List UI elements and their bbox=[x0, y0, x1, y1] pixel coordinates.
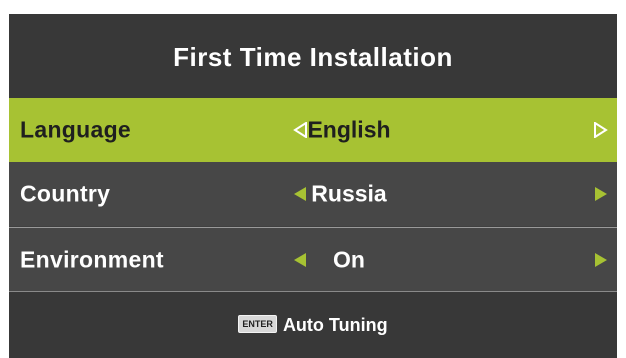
right-arrow-icon[interactable] bbox=[594, 122, 608, 138]
setting-row-country[interactable]: Country Russia bbox=[9, 162, 617, 226]
right-arrow-icon[interactable] bbox=[594, 252, 608, 268]
setting-label-environment: Environment bbox=[20, 246, 164, 272]
right-arrow-icon[interactable] bbox=[594, 186, 608, 202]
title-bar: First Time Installation bbox=[9, 14, 617, 98]
setting-value-language: English bbox=[307, 116, 391, 143]
auto-tuning-label[interactable]: Auto Tuning bbox=[283, 315, 388, 336]
setting-label-language: Language bbox=[20, 116, 132, 143]
setting-row-environment[interactable]: Environment On bbox=[9, 227, 617, 291]
footer-hint: ENTER Auto Tuning bbox=[9, 291, 617, 358]
enter-key-icon: ENTER bbox=[238, 315, 277, 333]
tv-menu-screen: First Time Installation Language English… bbox=[9, 14, 617, 358]
setting-value-environment: On bbox=[333, 246, 365, 272]
menu-title: First Time Installation bbox=[173, 41, 453, 72]
setting-label-country: Country bbox=[20, 180, 111, 207]
setting-value-country: Russia bbox=[311, 180, 387, 207]
setting-row-language[interactable]: Language English bbox=[9, 98, 617, 162]
